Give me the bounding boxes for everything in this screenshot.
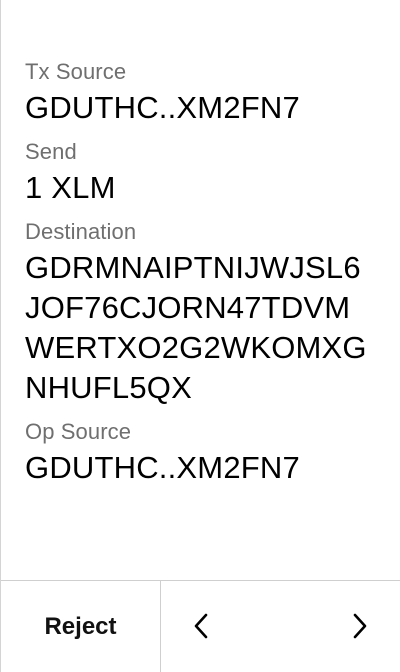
reject-button[interactable]: Reject [1, 581, 161, 672]
chevron-right-icon [351, 612, 369, 640]
destination-label: Destination [25, 219, 137, 244]
op-source-label: Op Source [25, 419, 132, 444]
action-bar: Reject [1, 580, 400, 672]
previous-button[interactable] [181, 603, 221, 649]
send-label: Send [25, 139, 77, 164]
page-navigation [161, 581, 400, 672]
reject-button-label: Reject [44, 612, 117, 640]
transaction-details: Tx Source GDUTHC..XM2FN7 Send 1 XLM Dest… [25, 56, 385, 496]
chevron-left-icon [192, 612, 210, 640]
tx-source-label: Tx Source [25, 59, 127, 84]
tx-source-value: GDUTHC..XM2FN7 [25, 90, 300, 125]
transaction-review-screen: Tx Source GDUTHC..XM2FN7 Send 1 XLM Dest… [0, 0, 400, 672]
send-value: 1 XLM [25, 170, 116, 205]
destination-value: GDRMNAIPTNIJWJSL6JOF76CJORN47TDVMWERTXO2… [25, 250, 367, 405]
next-button[interactable] [340, 603, 380, 649]
op-source-value: GDUTHC..XM2FN7 [25, 450, 300, 485]
